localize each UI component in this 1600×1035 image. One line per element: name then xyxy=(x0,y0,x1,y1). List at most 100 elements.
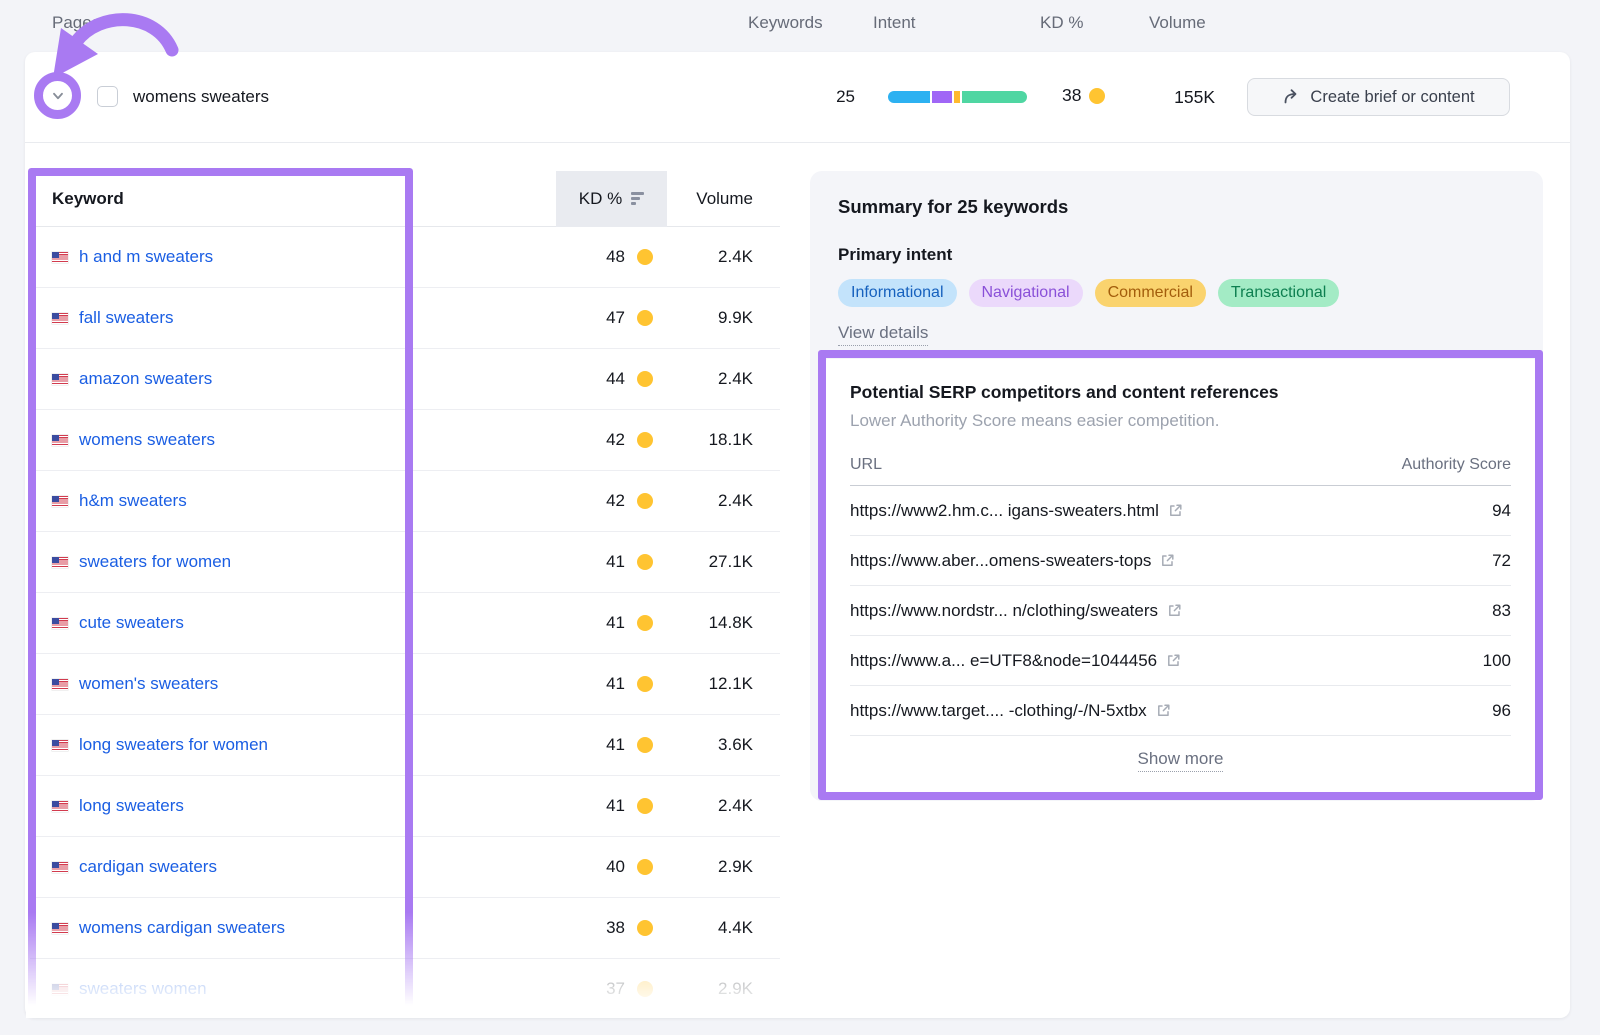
kd-summary: 38 xyxy=(1062,85,1105,106)
keyword-cell: sweaters for women xyxy=(52,552,556,572)
kd-difficulty-dot xyxy=(637,371,653,387)
authority-score-value: 94 xyxy=(1492,501,1511,521)
kd-cell: 47 xyxy=(556,308,667,328)
table-row: womens sweaters 42 18.1K xyxy=(30,410,780,471)
kd-difficulty-dot xyxy=(637,432,653,448)
keyword-cell: cute sweaters xyxy=(52,613,556,633)
intent-segment xyxy=(962,91,1027,103)
chevron-down-icon xyxy=(50,88,66,104)
kd-difficulty-dot xyxy=(637,493,653,509)
table-row: sweaters for women 41 27.1K xyxy=(30,532,780,593)
page-row: womens sweaters 25 38 155K xyxy=(25,52,1570,143)
page-title: womens sweaters xyxy=(133,86,269,108)
kd-cell: 41 xyxy=(556,735,667,755)
kd-cell: 42 xyxy=(556,430,667,450)
kd-cell: 37 xyxy=(556,979,667,999)
keyword-cell: women's sweaters xyxy=(52,674,556,694)
app-viewport: Pages Keywords Intent KD % Volume womens… xyxy=(0,0,1600,1035)
competitor-url-link[interactable]: https://www2.hm.c... igans-sweaters.html xyxy=(850,501,1183,521)
keyword-link[interactable]: fall sweaters xyxy=(79,308,173,328)
competitor-url-link[interactable]: https://www.target.... -clothing/-/N-5xt… xyxy=(850,701,1171,721)
serp-row: https://www.a... e=UTF8&node=1044456 100 xyxy=(850,636,1511,686)
keyword-link[interactable]: sweaters for women xyxy=(79,552,231,572)
create-brief-label: Create brief or content xyxy=(1310,88,1474,107)
forward-arrow-icon xyxy=(1282,88,1300,106)
keyword-table: Keyword KD % Volume h and m sweaters xyxy=(30,171,780,1020)
summary-title: Summary for 25 keywords xyxy=(838,196,1515,218)
keyword-table-body: h and m sweaters 48 2.4K xyxy=(30,227,780,1020)
kd-value: 47 xyxy=(606,308,625,328)
volume-value: 12.1K xyxy=(667,674,753,694)
serp-table-header: URL Authority Score xyxy=(850,456,1511,486)
competitor-url-link[interactable]: https://www.nordstr... n/clothing/sweate… xyxy=(850,601,1182,621)
keyword-link[interactable]: women's sweaters xyxy=(79,674,218,694)
keyword-link[interactable]: cardigan sweaters xyxy=(79,857,217,877)
intent-distribution-bar xyxy=(888,91,1027,103)
keyword-link[interactable]: amazon sweaters xyxy=(79,369,212,389)
kd-difficulty-dot xyxy=(637,554,653,570)
keyword-link[interactable]: long sweaters for women xyxy=(79,735,268,755)
kd-cell: 48 xyxy=(556,247,667,267)
us-flag-icon xyxy=(52,435,68,446)
kd-value: 41 xyxy=(606,552,625,572)
volume-value: 3.6K xyxy=(667,735,753,755)
competitor-url: https://www.nordstr... n/clothing/sweate… xyxy=(850,601,1158,621)
kd-cell: 41 xyxy=(556,796,667,816)
kd-difficulty-dot xyxy=(637,859,653,875)
table-row: sweaters women 37 2.9K xyxy=(30,959,780,1020)
keyword-link[interactable]: cute sweaters xyxy=(79,613,184,633)
kd-difficulty-dot xyxy=(637,737,653,753)
expanded-content: Keyword KD % Volume h and m sweaters xyxy=(25,144,1570,1018)
competitor-url-link[interactable]: https://www.aber...omens-sweaters-tops xyxy=(850,551,1175,571)
keyword-cell: womens cardigan sweaters xyxy=(52,918,556,938)
column-label-volume: Volume xyxy=(1149,13,1206,33)
table-row: long sweaters for women 41 3.6K xyxy=(30,715,780,776)
table-row: cardigan sweaters 40 2.9K xyxy=(30,837,780,898)
keyword-link[interactable]: sweaters women xyxy=(79,979,207,999)
volume-value: 155K xyxy=(1125,86,1215,108)
summary-panel: Summary for 25 keywords Primary intent I… xyxy=(810,171,1543,801)
competitor-url-link[interactable]: https://www.a... e=UTF8&node=1044456 xyxy=(850,651,1181,671)
view-details-link[interactable]: View details xyxy=(838,323,928,346)
keywords-count: 25 xyxy=(775,86,855,108)
keyword-cell: cardigan sweaters xyxy=(52,857,556,877)
kd-cell: 42 xyxy=(556,491,667,511)
table-row: women's sweaters 41 12.1K xyxy=(30,654,780,715)
us-flag-icon xyxy=(52,557,68,568)
kd-difficulty-dot xyxy=(637,249,653,265)
kd-column-header-sorted[interactable]: KD % xyxy=(556,171,667,227)
volume-value: 2.9K xyxy=(667,979,753,999)
keyword-link[interactable]: h&m sweaters xyxy=(79,491,187,511)
kd-difficulty-dot xyxy=(637,676,653,692)
table-row: amazon sweaters 44 2.4K xyxy=(30,349,780,410)
kd-value: 44 xyxy=(606,369,625,389)
serp-row: https://www.nordstr... n/clothing/sweate… xyxy=(850,586,1511,636)
intent-badge: Informational xyxy=(838,279,957,307)
serp-panel-subtitle: Lower Authority Score means easier compe… xyxy=(850,411,1511,431)
show-more-link[interactable]: Show more xyxy=(1138,749,1224,772)
kd-header-label: KD % xyxy=(579,189,622,209)
keyword-cell: h and m sweaters xyxy=(52,247,556,267)
kd-difficulty-dot xyxy=(1089,88,1105,104)
keyword-link[interactable]: womens cardigan sweaters xyxy=(79,918,285,938)
us-flag-icon xyxy=(52,252,68,263)
page-row-checkbox[interactable] xyxy=(97,86,118,107)
us-flag-icon xyxy=(52,496,68,507)
collapse-chevron-button[interactable] xyxy=(44,82,72,110)
kd-value: 48 xyxy=(606,247,625,267)
kd-value: 40 xyxy=(606,857,625,877)
kd-cell: 38 xyxy=(556,918,667,938)
keyword-link[interactable]: long sweaters xyxy=(79,796,184,816)
volume-column-header[interactable]: Volume xyxy=(667,189,753,209)
authority-score-column-header: Authority Score xyxy=(1402,456,1511,474)
keyword-link[interactable]: h and m sweaters xyxy=(79,247,213,267)
authority-score-value: 83 xyxy=(1492,601,1511,621)
create-brief-button[interactable]: Create brief or content xyxy=(1247,78,1510,116)
us-flag-icon xyxy=(52,923,68,934)
intent-segment xyxy=(888,91,930,103)
keyword-link[interactable]: womens sweaters xyxy=(79,430,215,450)
serp-panel-title: Potential SERP competitors and content r… xyxy=(850,382,1511,403)
kd-difficulty-dot xyxy=(637,615,653,631)
serp-row: https://www2.hm.c... igans-sweaters.html… xyxy=(850,486,1511,536)
authority-score-value: 72 xyxy=(1492,551,1511,571)
